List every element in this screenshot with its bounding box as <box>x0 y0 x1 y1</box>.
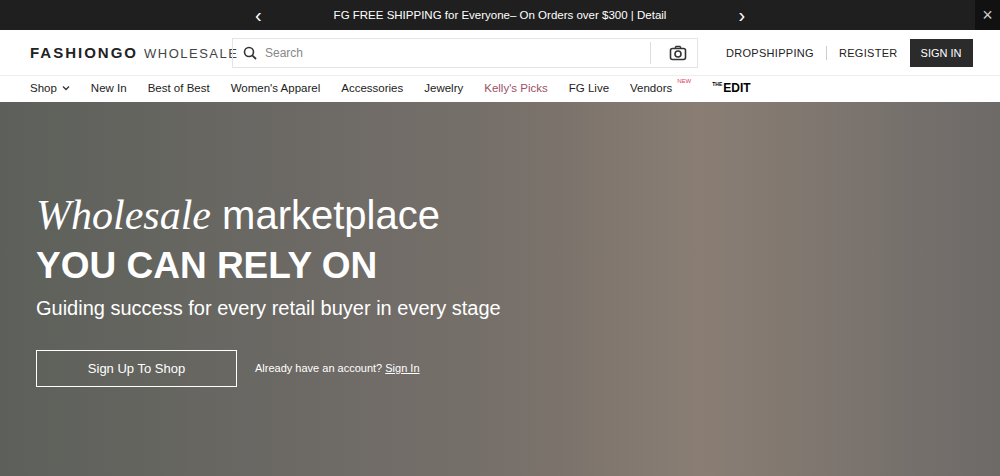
hero-subhead: Guiding success for every retail buyer i… <box>36 297 1000 320</box>
header-link[interactable]: REGISTER <box>839 47 898 59</box>
nav-item[interactable]: Vendors NEW <box>630 82 691 94</box>
nav-item[interactable]: THE EDIT <box>712 81 750 95</box>
search-icon <box>243 46 257 60</box>
hero-banner: Wholesale marketplace YOU CAN RELY ON Gu… <box>0 102 1000 476</box>
nav-item[interactable]: Accessories <box>341 82 403 94</box>
search-placeholder: Search <box>265 46 642 60</box>
header-link[interactable]: DROPSHIPPING <box>726 47 814 59</box>
announcement-text[interactable]: FG FREE SHIPPING for Everyone– On Orders… <box>334 9 667 21</box>
header-links: DROPSHIPPING REGISTER SIGN IN <box>726 39 973 67</box>
signin-prompt: Already have an account? Sign In <box>255 362 420 374</box>
nav-item[interactable]: Kelly's Picks <box>484 82 548 94</box>
prev-arrow-icon[interactable]: ‹ <box>255 5 262 25</box>
nav-bar: Shop New In Best of Best Women's Apparel… <box>0 76 1000 102</box>
page: ‹ FG FREE SHIPPING for Everyone– On Orde… <box>0 0 1000 476</box>
camera-icon[interactable] <box>669 45 687 61</box>
hero-title: Wholesale marketplace <box>36 190 1000 240</box>
chevron-down-icon <box>62 85 70 91</box>
nav-item[interactable]: Women's Apparel <box>231 82 321 94</box>
header: FASHIONGO WHOLESALE Search DROPSHIPPING … <box>0 30 1000 76</box>
announcement-bar: ‹ FG FREE SHIPPING for Everyone– On Orde… <box>0 0 1000 30</box>
nav-item[interactable]: Shop <box>30 82 70 94</box>
sign-in-link[interactable]: Sign In <box>385 362 419 374</box>
nav-item[interactable]: FG Live <box>569 82 609 94</box>
next-arrow-icon[interactable]: › <box>738 5 745 25</box>
nav-item[interactable]: Jewelry <box>424 82 463 94</box>
sign-in-button[interactable]: SIGN IN <box>910 39 973 67</box>
nav-item[interactable]: New In <box>91 82 127 94</box>
hero-headline: YOU CAN RELY ON <box>36 244 1000 288</box>
sign-up-button[interactable]: Sign Up To Shop <box>36 350 237 387</box>
new-badge: NEW <box>677 78 691 84</box>
nav-item[interactable]: Best of Best <box>148 82 210 94</box>
logo[interactable]: FASHIONGO WHOLESALE <box>0 44 232 61</box>
search-field[interactable]: Search <box>232 38 698 68</box>
close-icon[interactable]: × <box>975 0 1000 30</box>
